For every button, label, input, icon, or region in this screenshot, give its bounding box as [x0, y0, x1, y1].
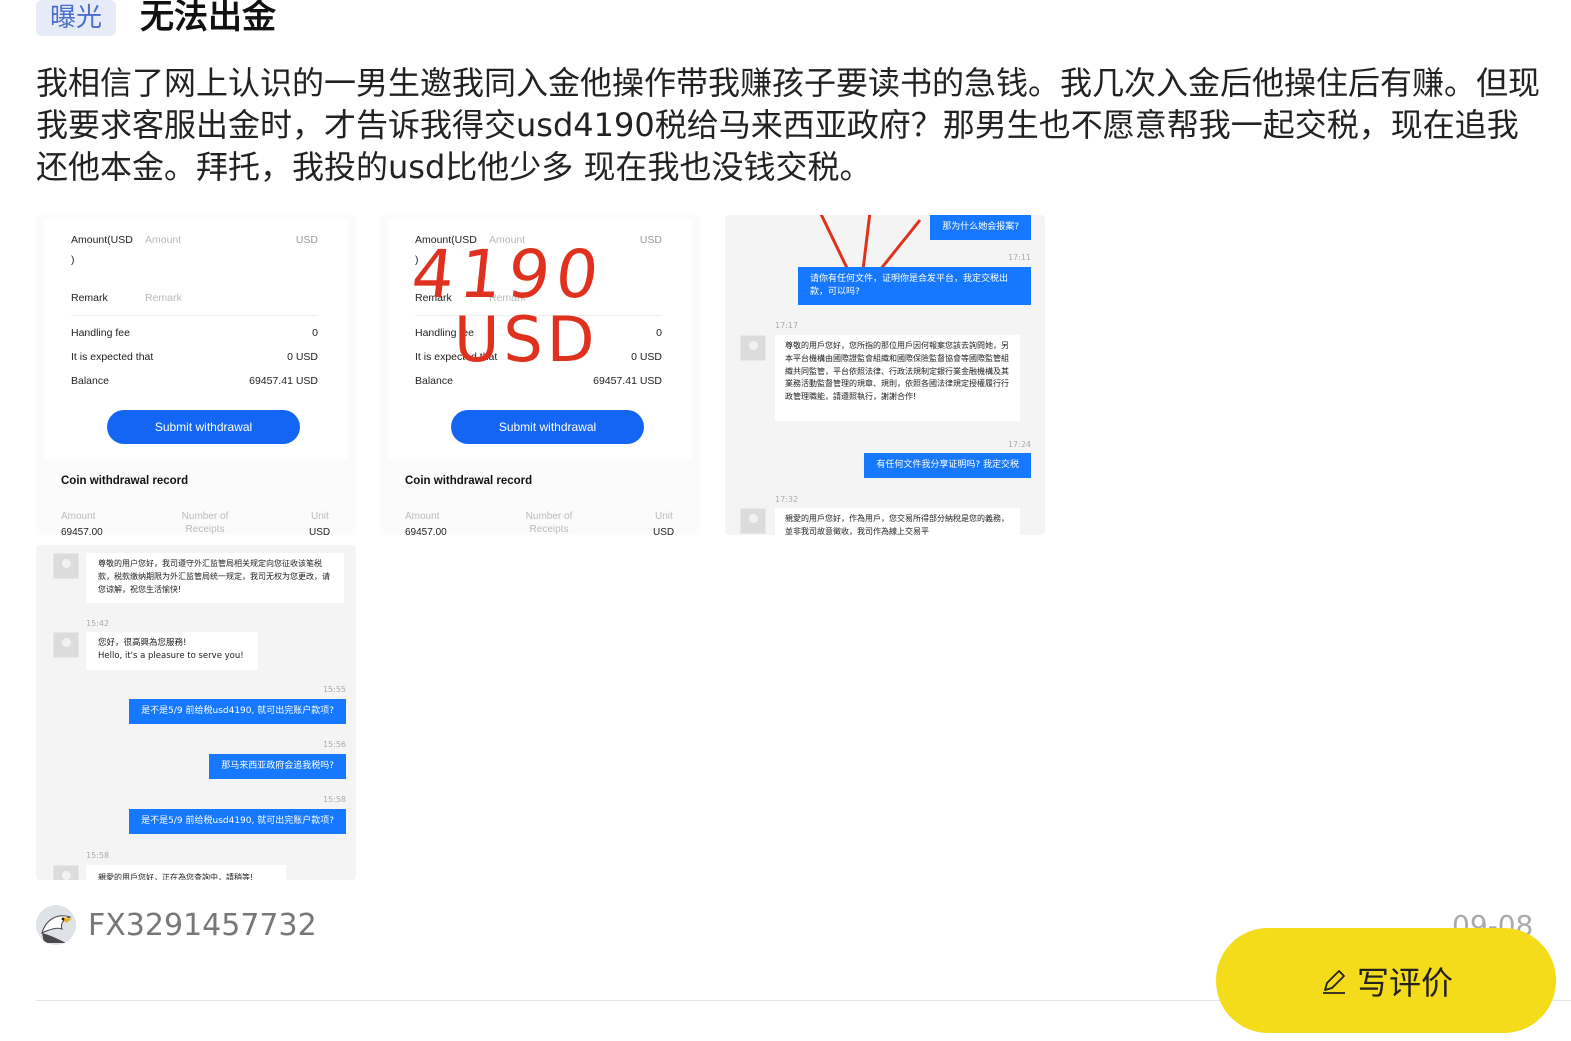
balance-value: 69457.41 USD	[249, 375, 318, 387]
chat-bubble-in: 親愛的用戶您好，正在為您查詢中，請稍等!	[86, 865, 286, 880]
record-col-amount: Amount	[61, 511, 96, 522]
chat-bubble-out: 是不是5/9 前给税usd4190, 就可出完账户款项?	[129, 699, 346, 724]
record-row-unit: USD	[309, 527, 331, 535]
fee-label: Handling fee	[71, 327, 130, 339]
agent-avatar	[53, 865, 79, 880]
agent-avatar	[740, 335, 766, 361]
chat-time: 15:56	[322, 740, 346, 749]
chat-bubble-out: 那为什么她会报案?	[930, 215, 1031, 240]
chat-bubble-out: 那马来西亚政府会追我税吗?	[209, 754, 346, 779]
chat-bubble-in: 尊敬的用户您好，我司遵守外汇监管局相关规定向您征收该笔税款，税款缴纳期限为外汇监…	[86, 553, 344, 603]
expected-label: It is expected that	[71, 351, 154, 363]
post-body: 我相信了网上认识的一男生邀我同入金他操作带我赚孩子要读书的急钱。我几次入金后他操…	[36, 64, 1541, 186]
record-row-amount: 69457.00	[61, 527, 103, 535]
fee-value: 0	[656, 327, 662, 339]
chat-bubble-in: 親愛的用戶您好，作為用戶，您交易所得部分納稅是您的義務，並非我司故意徵收，我司作…	[775, 508, 1020, 535]
expected-value: 0 USD	[631, 351, 662, 363]
chat-bubble-out: 是不是5/9 前给税usd4190, 就可出完账户款项?	[129, 809, 346, 834]
record-col-receipts: Number of Receipts	[525, 511, 573, 535]
handwritten-annotation: 4190 USD	[408, 236, 610, 397]
record-title: Coin withdrawal record	[61, 475, 189, 487]
record-col-unit: Unit	[311, 511, 329, 522]
chat-time: 15:58	[322, 795, 346, 804]
post-tag: 曝光	[36, 0, 116, 36]
balance-label: Balance	[71, 375, 109, 387]
amount-unit: USD	[639, 234, 662, 246]
write-review-button[interactable]: 写评价	[1216, 928, 1556, 1033]
post-title: 无法出金	[140, 0, 276, 37]
withdraw-card: Amount(USD Amount USD ) Remark Remark Ha…	[44, 219, 348, 459]
expected-value: 0 USD	[287, 351, 318, 363]
pencil-icon	[1322, 969, 1345, 994]
chat-time: 15:55	[322, 685, 346, 694]
record-col-unit: Unit	[655, 511, 673, 522]
screenshot-withdraw-form-2[interactable]: Amount(USD Amount USD ) Remark Remark Ha…	[380, 215, 700, 535]
submit-withdrawal-button[interactable]: Submit withdrawal	[451, 410, 644, 444]
annotation-currency: USD	[454, 303, 599, 376]
annotation-amount: 4190	[408, 236, 609, 313]
user-avatar[interactable]	[36, 905, 76, 945]
record-col-receipts: Number of Receipts	[181, 511, 229, 535]
eagle-avatar-icon	[36, 905, 76, 945]
record-title: Coin withdrawal record	[405, 475, 533, 487]
chat-time: 17:17	[775, 321, 799, 330]
amount-label: Amount(USD	[71, 234, 133, 246]
agent-avatar	[53, 553, 79, 579]
chat-time: 17:24	[1007, 440, 1031, 449]
record-col-amount: Amount	[405, 511, 440, 522]
screenshot-withdraw-form-1[interactable]: Amount(USD Amount USD ) Remark Remark Ha…	[36, 215, 356, 535]
chat-bubble-in: 您好，很高興為您服務! Hello, it's a pleasure to se…	[86, 632, 258, 670]
amount-unit: USD	[295, 234, 318, 246]
chat-time: 15:58	[86, 851, 110, 860]
chat-time: 17:32	[775, 495, 799, 504]
chat-bubble-out: 请你有任何文件，证明你是合发平台，我定交税出款，可以吗?	[798, 267, 1031, 305]
chat-time: 17:11	[1007, 253, 1031, 262]
chat-text: 您好，很高興為您服務!	[98, 638, 187, 648]
chat-time: 15:42	[86, 619, 110, 628]
record-row-unit: USD	[653, 527, 675, 535]
write-review-label: 写评价	[1356, 963, 1453, 1002]
agent-avatar	[740, 508, 766, 534]
submit-withdrawal-button[interactable]: Submit withdrawal	[107, 410, 300, 444]
divider	[71, 315, 318, 316]
remark-label: Remark	[71, 292, 108, 304]
screenshot-chat-1[interactable]: 那为什么她会报案? 17:11 请你有任何文件，证明你是合发平台，我定交税出款，…	[725, 215, 1045, 535]
username[interactable]: FX3291457732	[88, 906, 317, 946]
remark-placeholder: Remark	[145, 292, 182, 304]
amount-label-tail: )	[71, 254, 75, 266]
record-row-amount: 69457.00	[405, 527, 447, 535]
screenshot-chat-2[interactable]: 尊敬的用户您好，我司遵守外汇监管局相关规定向您征收该笔税款，税款缴纳期限为外汇监…	[36, 545, 356, 880]
agent-avatar	[53, 632, 79, 658]
fee-value: 0	[312, 327, 318, 339]
chat-bubble-out: 有任何文件我分享证明吗? 我定交税	[864, 453, 1031, 478]
chat-text: Hello, it's a pleasure to serve you!	[98, 651, 244, 661]
amount-placeholder: Amount	[145, 234, 182, 246]
chat-bubble-in: 尊敬的用戶您好，您所指的那位用戶因何報案您該去詢問她，另本平台機構由國際證監會組…	[775, 335, 1020, 421]
